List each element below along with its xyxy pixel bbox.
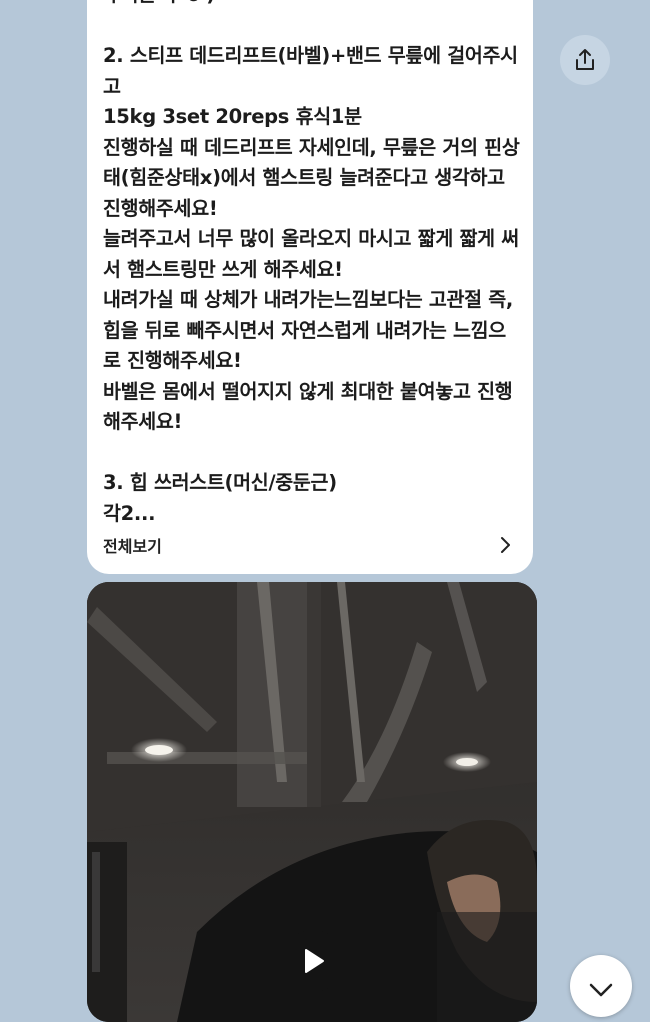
view-all-label: 전체보기 bbox=[103, 537, 162, 556]
play-icon bbox=[305, 949, 324, 973]
view-all-button[interactable]: 전체보기 bbox=[87, 516, 533, 574]
scroll-down-button[interactable] bbox=[570, 955, 632, 1017]
play-button[interactable] bbox=[282, 930, 344, 992]
message-bubble[interactable]: ㅓ니는 ㅓ 6 ) 2. 스티프 데드리프트(바벨)+밴드 무릎에 걸어주시고 … bbox=[87, 0, 533, 574]
chevron-right-icon bbox=[501, 537, 510, 553]
share-icon bbox=[576, 49, 594, 70]
chevron-down-icon bbox=[589, 983, 613, 997]
share-button[interactable] bbox=[560, 35, 610, 85]
message-text: ㅓ니는 ㅓ 6 ) 2. 스티프 데드리프트(바벨)+밴드 무릎에 걸어주시고 … bbox=[103, 0, 520, 525]
